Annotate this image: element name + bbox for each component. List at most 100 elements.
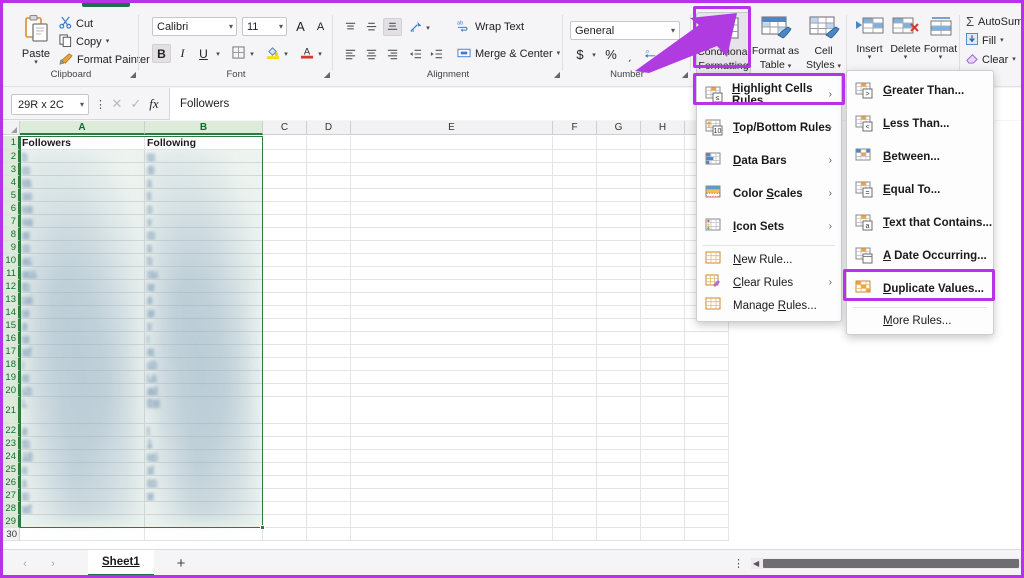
cell-G17[interactable]	[597, 345, 641, 358]
cell-B23[interactable]: 1	[145, 437, 263, 450]
cell-A24[interactable]: 18	[20, 450, 145, 463]
cell-F29[interactable]	[553, 515, 597, 528]
row-header-10[interactable]: 10	[3, 254, 20, 267]
cell-A20[interactable]: ch	[20, 384, 145, 397]
cell-E18[interactable]	[351, 358, 553, 371]
cell-A18[interactable]: i	[20, 358, 145, 371]
name-box[interactable]: 29R x 2C ▾	[11, 94, 89, 115]
cell-D5[interactable]	[307, 189, 351, 202]
format-cells-button[interactable]: Format ▾	[922, 12, 959, 74]
prev-sheet-button[interactable]: ‹	[15, 555, 35, 572]
cell-B2[interactable]: m	[145, 150, 263, 163]
cell-H23[interactable]	[641, 437, 685, 450]
cell-G18[interactable]	[597, 358, 641, 371]
cell-D24[interactable]	[307, 450, 351, 463]
cell-C5[interactable]	[263, 189, 307, 202]
cell-C21[interactable]	[263, 397, 307, 424]
cell-F3[interactable]	[553, 163, 597, 176]
font-dialog-launcher[interactable]: ◢	[324, 70, 330, 79]
column-header-a[interactable]: A	[20, 121, 145, 135]
cell-F15[interactable]	[553, 319, 597, 332]
submenu-item-duplicate-values[interactable]: Duplicate Values...	[847, 272, 993, 305]
cell-H26[interactable]	[641, 476, 685, 489]
cell-I29[interactable]	[685, 515, 729, 528]
cell-F24[interactable]	[553, 450, 597, 463]
cell-E26[interactable]	[351, 476, 553, 489]
menu-item-new-rule[interactable]: New Rule...	[697, 248, 841, 271]
cell-C18[interactable]	[263, 358, 307, 371]
cell-C10[interactable]	[263, 254, 307, 267]
font-size-chevron-down-icon[interactable]: ▾	[279, 22, 283, 31]
cell-B20[interactable]: ad	[145, 384, 263, 397]
format-painter-button[interactable]: Format Painter	[59, 51, 150, 68]
cell-B26[interactable]: im	[145, 476, 263, 489]
increase-indent-button[interactable]	[427, 45, 446, 63]
increase-decimal-button[interactable]: .0	[643, 45, 659, 64]
cell-C15[interactable]	[263, 319, 307, 332]
font-size-input[interactable]: 11 ▾	[242, 17, 287, 36]
cell-H5[interactable]	[641, 189, 685, 202]
cell-B9[interactable]: s	[145, 241, 263, 254]
cell-I26[interactable]	[685, 476, 729, 489]
cell-B4[interactable]: s	[145, 176, 263, 189]
font-color-chevron-down-icon[interactable]: ▾	[315, 44, 325, 63]
cell-D9[interactable]	[307, 241, 351, 254]
cell-G11[interactable]	[597, 267, 641, 280]
cell-C6[interactable]	[263, 202, 307, 215]
cell-A10[interactable]: ac	[20, 254, 145, 267]
row-header-1[interactable]: 1	[3, 136, 20, 150]
cell-F7[interactable]	[553, 215, 597, 228]
row-header-24[interactable]: 24	[3, 450, 20, 463]
increase-font-size-button[interactable]: A	[291, 17, 310, 36]
cell-D15[interactable]	[307, 319, 351, 332]
row-header-16[interactable]: 16	[3, 332, 20, 345]
cell-B21[interactable]: the	[145, 397, 263, 424]
cell-F22[interactable]	[553, 424, 597, 437]
cell-D14[interactable]	[307, 306, 351, 319]
cell-G4[interactable]	[597, 176, 641, 189]
cell-E16[interactable]	[351, 332, 553, 345]
cell-F8[interactable]	[553, 228, 597, 241]
cell-A23[interactable]: th	[20, 437, 145, 450]
cell-B16[interactable]: i	[145, 332, 263, 345]
cell-A30[interactable]	[20, 528, 145, 541]
cell-B24[interactable]: pri	[145, 450, 263, 463]
cell-A19[interactable]: je	[20, 371, 145, 384]
cell-E17[interactable]	[351, 345, 553, 358]
decrease-decimal-button[interactable]: .0	[662, 45, 678, 64]
cell-G9[interactable]	[597, 241, 641, 254]
cell-A1[interactable]: Followers	[20, 136, 145, 150]
autosum-button[interactable]: Σ AutoSum	[966, 13, 1021, 30]
cell-C16[interactable]	[263, 332, 307, 345]
bold-button[interactable]: B	[152, 44, 171, 63]
cell-G25[interactable]	[597, 463, 641, 476]
cell-I23[interactable]	[685, 437, 729, 450]
cell-H7[interactable]	[641, 215, 685, 228]
font-family-chevron-down-icon[interactable]: ▾	[229, 22, 233, 31]
cell-C27[interactable]	[263, 489, 307, 502]
cancel-entry-button[interactable]: ✕	[108, 95, 126, 113]
fill-color-chevron-down-icon[interactable]: ▾	[281, 44, 291, 63]
row-header-25[interactable]: 25	[3, 463, 20, 476]
cell-H28[interactable]	[641, 502, 685, 515]
percent-format-button[interactable]: %	[604, 45, 618, 64]
underline-chevron-down-icon[interactable]: ▾	[213, 44, 223, 63]
cell-D22[interactable]	[307, 424, 351, 437]
fill-color-button[interactable]	[263, 44, 282, 63]
cell-H8[interactable]	[641, 228, 685, 241]
cell-A3[interactable]: m	[20, 163, 145, 176]
font-color-button[interactable]: A	[297, 44, 316, 63]
delete-cells-button[interactable]: Delete ▾	[887, 12, 924, 74]
cell-C17[interactable]	[263, 345, 307, 358]
confirm-entry-button[interactable]: ✓	[127, 95, 145, 113]
cell-G7[interactable]	[597, 215, 641, 228]
row-header-13[interactable]: 13	[3, 293, 20, 306]
scroll-left-icon[interactable]: ◀	[753, 559, 759, 568]
styles-chevron-down-icon[interactable]: ▾	[838, 63, 842, 70]
cell-B18[interactable]: ch	[145, 358, 263, 371]
submenu-item-text-that-contains[interactable]: a Text that Contains...	[847, 206, 993, 239]
column-header-e[interactable]: E	[351, 121, 553, 135]
clear-chevron-down-icon[interactable]: ▾	[1012, 56, 1016, 63]
row-header-9[interactable]: 9	[3, 241, 20, 254]
cell-B25[interactable]: sl	[145, 463, 263, 476]
